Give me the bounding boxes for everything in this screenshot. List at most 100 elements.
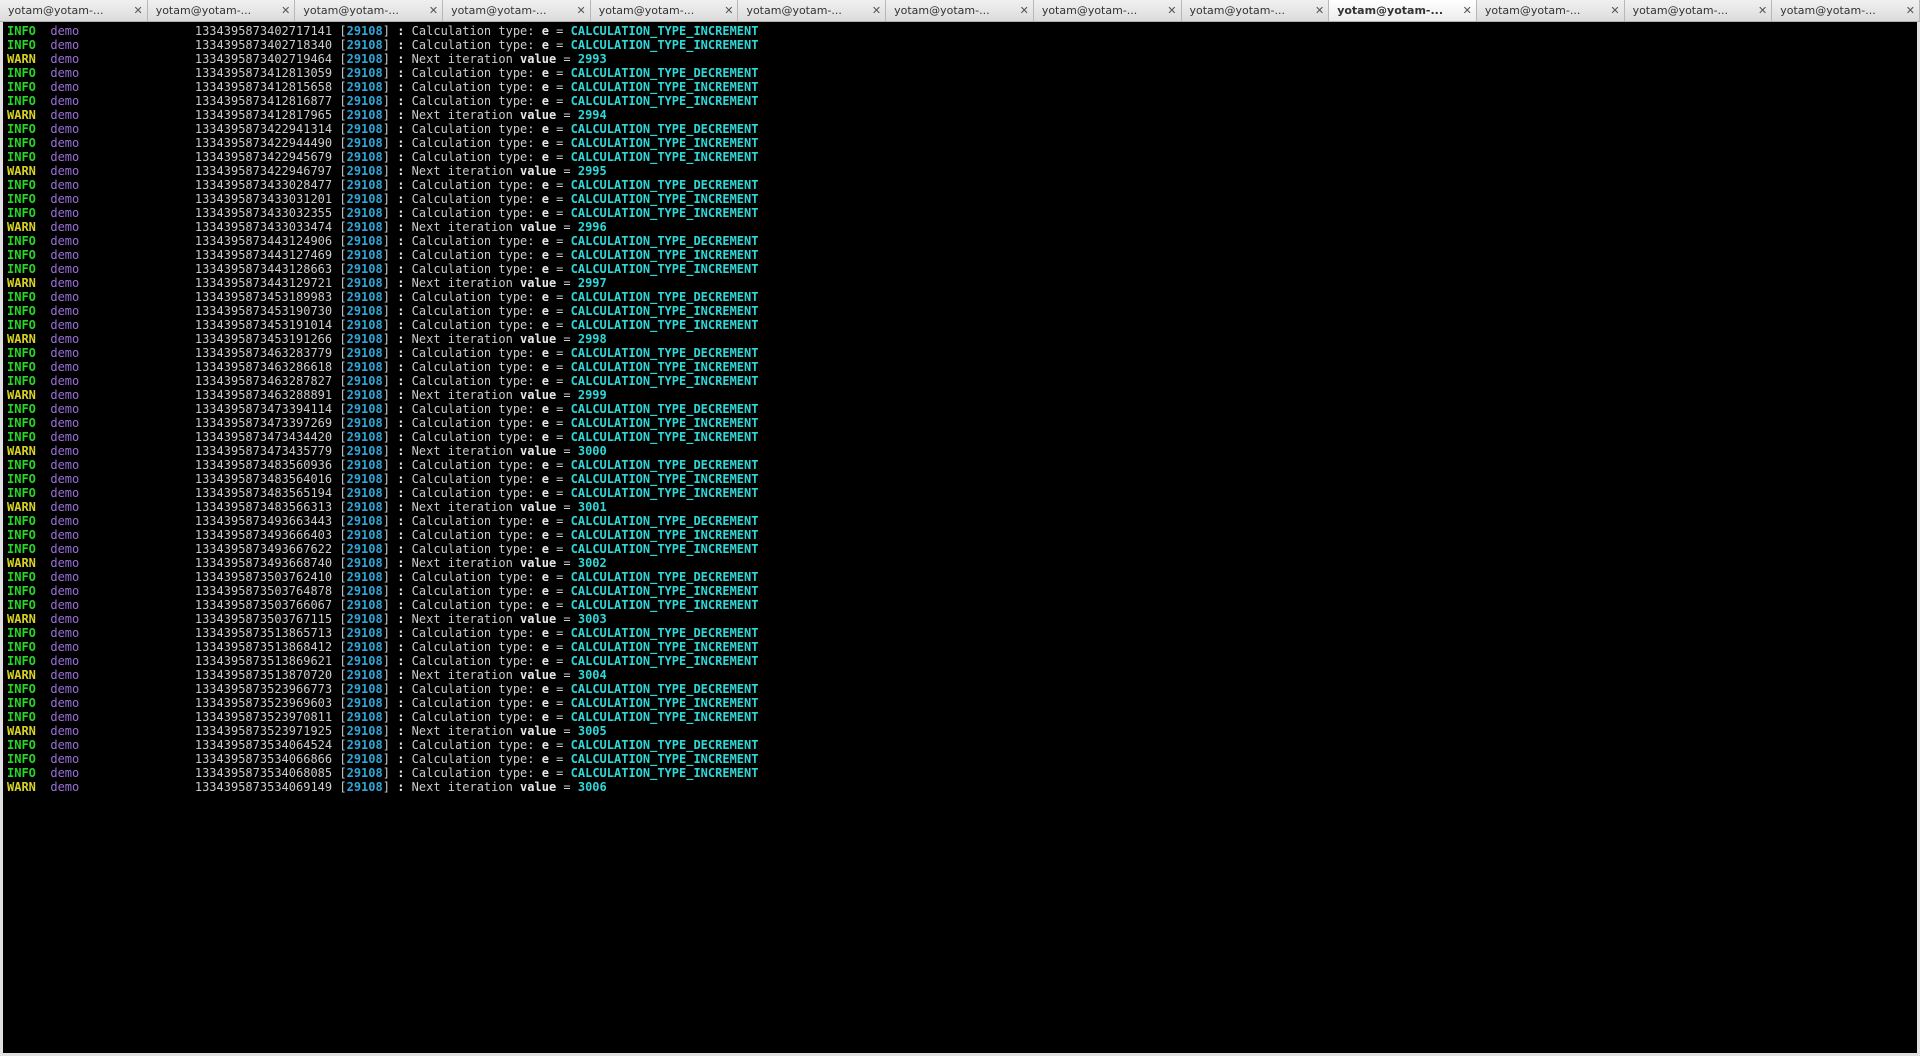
log-source: demo [50,136,79,150]
tab-label: yotam@yotam-... [599,4,718,17]
calc-type-value: CALCULATION_TYPE_DECREMENT [571,178,759,192]
log-timestamp: 1334395873493667622 [195,542,332,556]
log-line: INFO demo 1334395873473434420 [29108] : … [7,430,1913,444]
log-level: INFO [7,584,36,598]
close-icon[interactable]: ✕ [133,4,142,17]
log-timestamp: 1334395873513869621 [195,654,332,668]
close-icon[interactable]: ✕ [281,4,290,17]
log-timestamp: 1334395873493668740 [195,556,332,570]
log-line: INFO demo 1334395873473397269 [29108] : … [7,416,1913,430]
log-source: demo [50,668,79,682]
log-line: WARN demo 1334395873523971925 [29108] : … [7,724,1913,738]
log-source: demo [50,388,79,402]
log-timestamp: 1334395873503767115 [195,612,332,626]
log-timestamp: 1334395873493666403 [195,528,332,542]
log-pid: 29108 [347,304,383,318]
log-level: INFO [7,80,36,94]
log-source: demo [50,108,79,122]
close-icon[interactable]: ✕ [1610,4,1619,17]
log-level: INFO [7,430,36,444]
terminal-tab[interactable]: yotam@yotam-...✕ [1182,0,1330,21]
log-pid: 29108 [347,388,383,402]
terminal-tab[interactable]: yotam@yotam-...✕ [886,0,1034,21]
terminal-tab[interactable]: yotam@yotam-...✕ [738,0,886,21]
log-timestamp: 1334395873523969603 [195,696,332,710]
close-icon[interactable]: ✕ [1463,4,1472,17]
iteration-value: 2999 [578,388,607,402]
log-line: WARN demo 1334395873473435779 [29108] : … [7,444,1913,458]
close-icon[interactable]: ✕ [1906,4,1915,17]
log-pid: 29108 [347,654,383,668]
close-icon[interactable]: ✕ [724,4,733,17]
log-source: demo [50,24,79,38]
log-source: demo [50,402,79,416]
log-pid: 29108 [347,108,383,122]
close-icon[interactable]: ✕ [872,4,881,17]
log-timestamp: 1334395873503766067 [195,598,332,612]
log-pid: 29108 [347,332,383,346]
log-source: demo [50,654,79,668]
log-pid: 29108 [347,528,383,542]
terminal-tab[interactable]: yotam@yotam-... ✕ [591,0,739,21]
log-level: INFO [7,682,36,696]
close-icon[interactable]: ✕ [1315,4,1324,17]
log-level: WARN [7,388,36,402]
log-source: demo [50,276,79,290]
log-line: INFO demo 1334395873493666403 [29108] : … [7,528,1913,542]
terminal-tab[interactable]: yotam@yotam-... ✕ [1772,0,1920,21]
log-source: demo [50,94,79,108]
log-level: WARN [7,724,36,738]
log-source: demo [50,164,79,178]
log-source: demo [50,472,79,486]
iteration-value: 3001 [578,500,607,514]
terminal-tab[interactable]: yotam@yotam-...✕ [1034,0,1182,21]
calc-type-value: CALCULATION_TYPE_DECREMENT [571,234,759,248]
log-level: WARN [7,612,36,626]
close-icon[interactable]: ✕ [577,4,586,17]
log-level: INFO [7,696,36,710]
calc-type-value: CALCULATION_TYPE_INCREMENT [571,206,759,220]
terminal-output[interactable]: INFO demo 1334395873402717141 [29108] : … [0,22,1920,1056]
log-source: demo [50,752,79,766]
log-source: demo [50,262,79,276]
log-pid: 29108 [347,402,383,416]
log-pid: 29108 [347,262,383,276]
close-icon[interactable]: ✕ [1167,4,1176,17]
calc-type-value: CALCULATION_TYPE_INCREMENT [571,486,759,500]
close-icon[interactable]: ✕ [1758,4,1767,17]
terminal-tab[interactable]: yotam@yotam-...✕ [148,0,296,21]
log-pid: 29108 [347,486,383,500]
tab-label: yotam@yotam-... [1780,4,1899,17]
log-line: INFO demo 1334395873503766067 [29108] : … [7,598,1913,612]
log-line: WARN demo 1334395873443129721 [29108] : … [7,276,1913,290]
log-pid: 29108 [347,626,383,640]
close-icon[interactable]: ✕ [429,4,438,17]
calc-type-value: CALCULATION_TYPE_INCREMENT [571,430,759,444]
log-timestamp: 1334395873523970811 [195,710,332,724]
log-source: demo [50,738,79,752]
log-line: INFO demo 1334395873453190730 [29108] : … [7,304,1913,318]
iteration-value: 3006 [578,780,607,794]
terminal-tab[interactable]: yotam@yotam-...✕ [443,0,591,21]
log-source: demo [50,598,79,612]
log-pid: 29108 [347,318,383,332]
iteration-value: 2995 [578,164,607,178]
log-source: demo [50,346,79,360]
calc-type-value: CALCULATION_TYPE_DECREMENT [571,570,759,584]
log-level: INFO [7,318,36,332]
log-pid: 29108 [347,752,383,766]
terminal-tab[interactable]: yotam@yotam-...✕ [295,0,443,21]
terminal-tab[interactable]: yotam@yotam-...✕ [1477,0,1625,21]
close-icon[interactable]: ✕ [1020,4,1029,17]
log-source: demo [50,66,79,80]
log-level: INFO [7,206,36,220]
log-level: INFO [7,654,36,668]
terminal-tab[interactable]: yotam@yotam-...✕ [0,0,148,21]
calc-type-value: CALCULATION_TYPE_INCREMENT [571,248,759,262]
terminal-tab[interactable]: yotam@yotam-...✕ [1329,0,1477,21]
log-timestamp: 1334395873422945679 [195,150,332,164]
log-line: INFO demo 1334395873534064524 [29108] : … [7,738,1913,752]
terminal-tab[interactable]: yotam@yotam-...✕ [1625,0,1773,21]
log-source: demo [50,626,79,640]
calc-type-value: CALCULATION_TYPE_INCREMENT [571,528,759,542]
